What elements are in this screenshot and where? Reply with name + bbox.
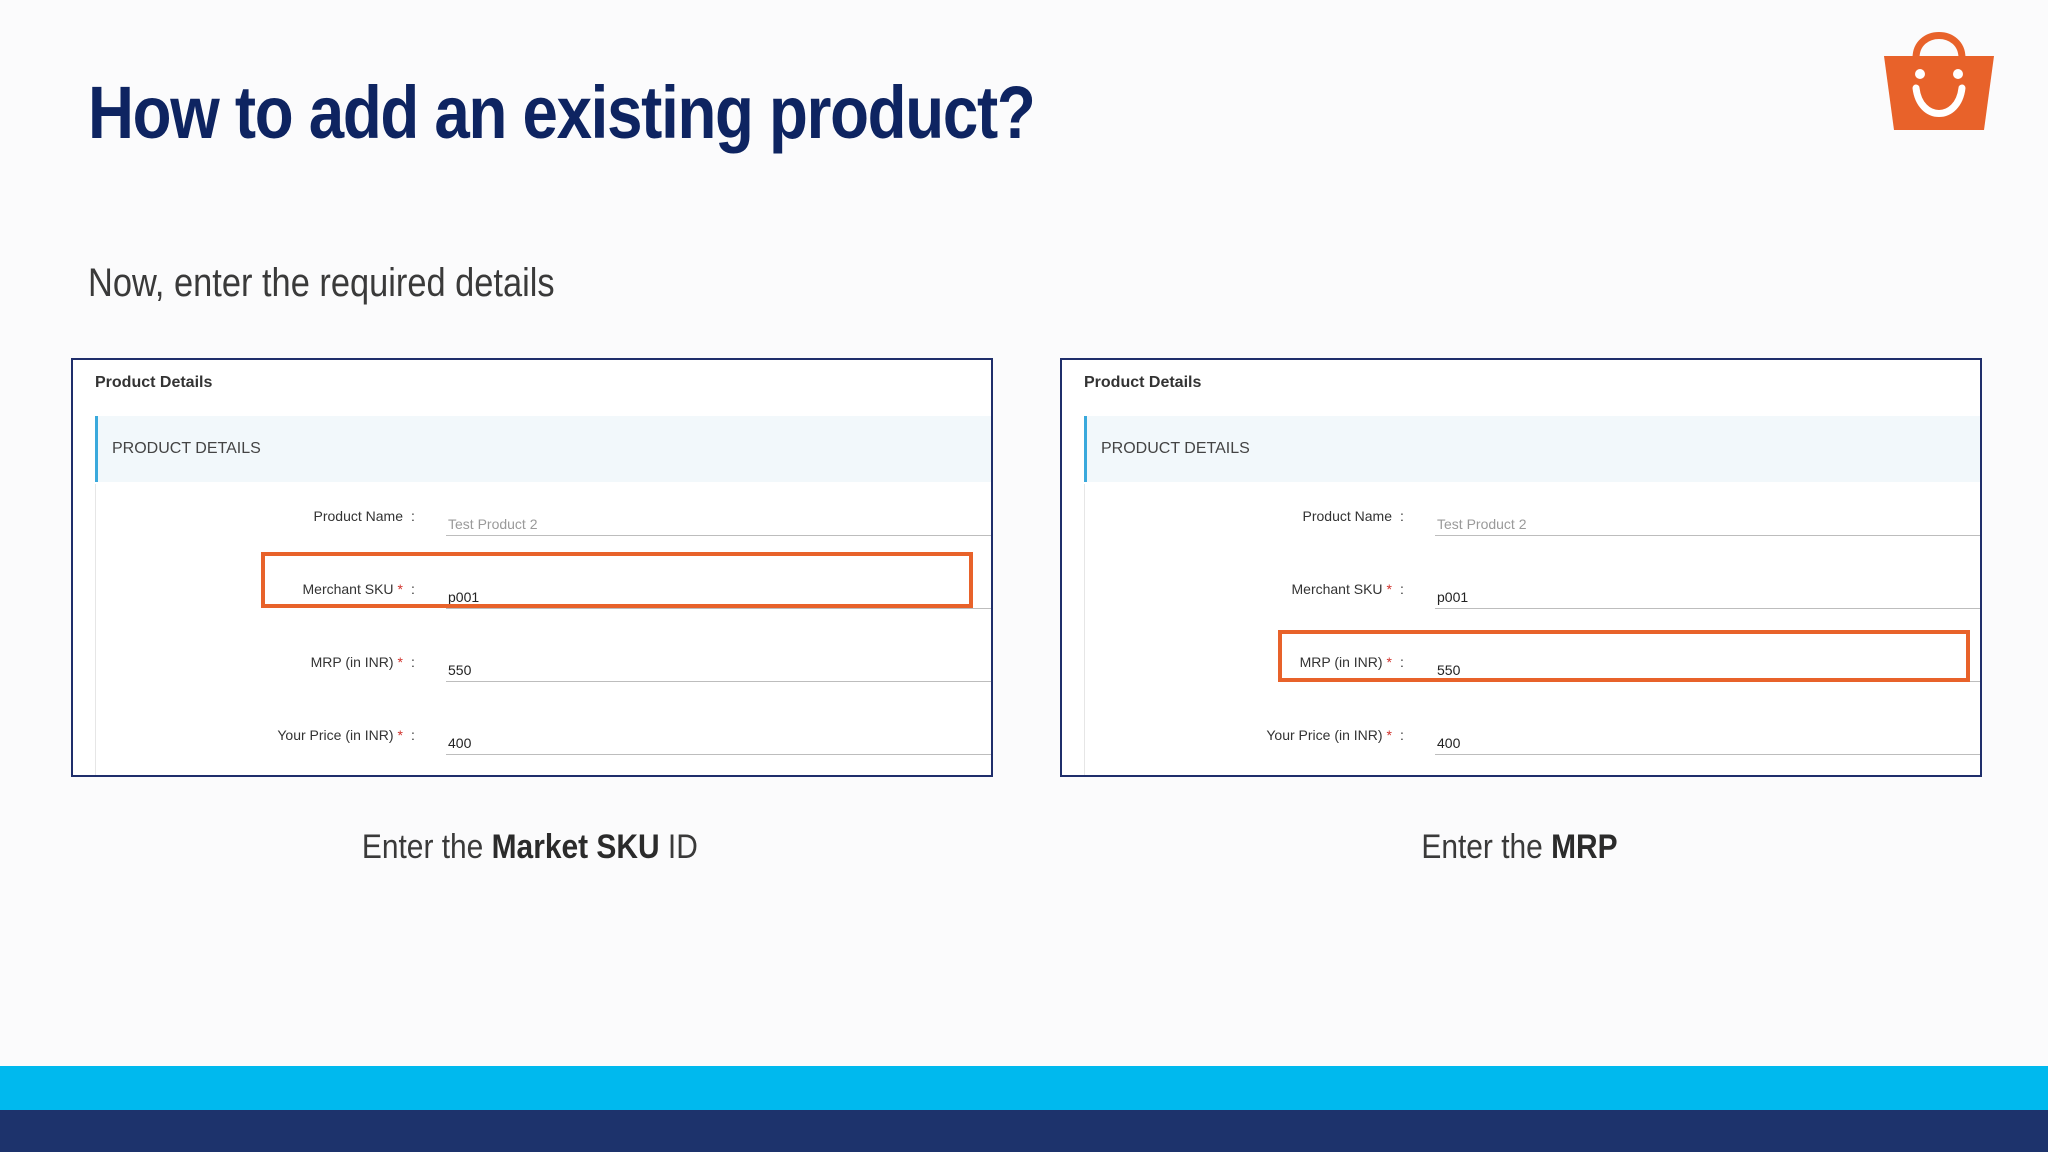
your-price-field[interactable] [1435, 725, 1980, 755]
slide-title: How to add an existing product? [88, 71, 1036, 154]
section-header: PRODUCT DETAILS [1084, 416, 1980, 482]
footer-band-dark [0, 1110, 2048, 1152]
colon: : [411, 654, 415, 670]
product-name-field[interactable] [1435, 506, 1980, 536]
mrp-label: MRP (in INR) * [310, 654, 403, 670]
colon: : [1400, 727, 1404, 743]
your-price-row: Your Price (in INR) * : [96, 721, 991, 761]
panel-title: Product Details [95, 374, 213, 391]
mrp-row: MRP (in INR) * : [96, 648, 991, 688]
product-form: Product Name : Merchant SKU* : MRP (in I… [95, 484, 991, 775]
your-price-row: Your Price (in INR) * : [1085, 721, 1980, 761]
product-name-label: Product Name [1302, 508, 1392, 524]
your-price-label: Your Price (in INR) * [1266, 727, 1392, 743]
slide-subtitle: Now, enter the required details [88, 261, 555, 305]
product-name-row: Product Name : [96, 502, 991, 542]
section-label: PRODUCT DETAILS [112, 440, 261, 457]
section-label: PRODUCT DETAILS [1101, 440, 1250, 457]
section-header: PRODUCT DETAILS [95, 416, 991, 482]
your-price-field[interactable] [446, 725, 991, 755]
colon: : [411, 508, 415, 524]
product-details-panel-left: Product Details PRODUCT DETAILS Product … [71, 358, 993, 777]
colon: : [1400, 508, 1404, 524]
footer-band-light [0, 1066, 2048, 1110]
caption-right: Enter the MRP [1420, 828, 1618, 866]
merchant-sku-label: Merchant SKU * [1291, 581, 1393, 597]
product-details-panel-right: Product Details PRODUCT DETAILS Product … [1060, 358, 1982, 777]
your-price-label: Your Price (in INR) * [277, 727, 403, 743]
merchant-sku-row: Merchant SKU * : [1085, 575, 1980, 615]
mrp-highlight-box [1278, 630, 1970, 682]
colon: : [411, 727, 415, 743]
shopping-bag-icon [1880, 18, 1998, 136]
panel-title: Product Details [1084, 374, 1202, 391]
mrp-field[interactable] [446, 652, 991, 682]
product-name-field[interactable] [446, 506, 991, 536]
merchant-sku-field[interactable] [1435, 579, 1980, 609]
product-name-label: Product Name [313, 508, 403, 524]
colon: : [1400, 581, 1404, 597]
product-name-row: Product Name : [1085, 502, 1980, 542]
merchant-sku-highlight-box [261, 552, 973, 608]
caption-left: Enter the Market SKU ID [362, 828, 698, 866]
